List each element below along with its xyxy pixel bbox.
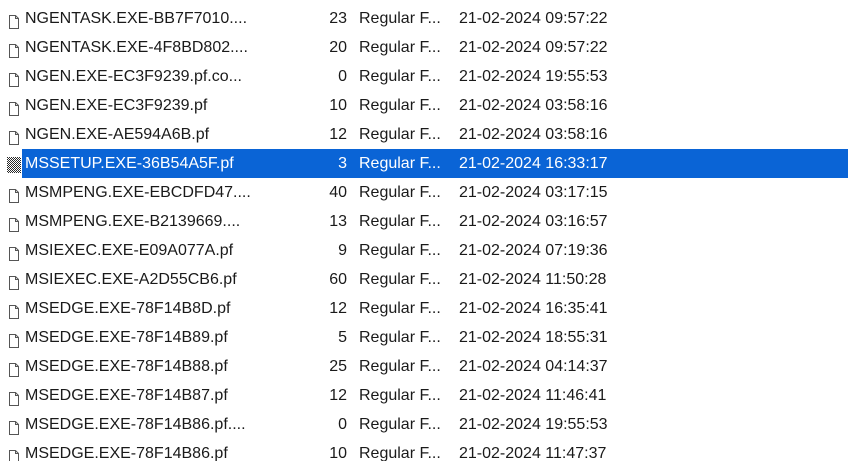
file-name: MSEDGE.EXE-78F14B89.pf [25, 329, 228, 346]
table-row[interactable]: NGENTASK.EXE-BB7F7010.... 23 Regular F... 2… [0, 4, 848, 33]
table-row[interactable]: MSEDGE.EXE-78F14B8D.pf 12 Regular F... 21-0… [0, 294, 848, 323]
file-type: Regular F... [359, 242, 441, 259]
file-size: 10 [329, 445, 347, 461]
file-name: MSIEXEC.EXE-E09A077A.pf [25, 242, 234, 259]
file-modified-date: 21-02-2024 09:57:22 [459, 10, 608, 27]
file-name: NGEN.EXE-EC3F9239.pf.co... [25, 68, 242, 85]
file-name: MSSETUP.EXE-36B54A5F.pf [25, 155, 234, 172]
table-row[interactable]: MSEDGE.EXE-78F14B86.pf.... 0 Regular F... 2… [0, 410, 848, 439]
file-type: Regular F... [359, 329, 441, 346]
file-name: MSIEXEC.EXE-A2D55CB6.pf [25, 271, 237, 288]
file-type: Regular F... [359, 97, 441, 114]
table-row[interactable]: MSEDGE.EXE-78F14B88.pf 25 Regular F... 21-0… [0, 352, 848, 381]
file-size: 0 [338, 68, 347, 85]
table-row[interactable]: MSEDGE.EXE-78F14B86.pf 10 Regular F... 21-0… [0, 439, 848, 461]
table-row[interactable]: NGEN.EXE-AE594A6B.pf 12 Regular F... 21-02-… [0, 120, 848, 149]
table-row[interactable]: NGENTASK.EXE-4F8BD802.... 20 Regular F... 2… [0, 33, 848, 62]
file-icon [9, 68, 19, 87]
file-size: 13 [329, 213, 347, 230]
file-icon [9, 184, 19, 203]
file-modified-date: 21-02-2024 03:17:15 [459, 184, 608, 201]
file-name: MSEDGE.EXE-78F14B86.pf.... [25, 416, 246, 433]
file-size: 12 [329, 126, 347, 143]
file-name: MSEDGE.EXE-78F14B88.pf [25, 358, 228, 375]
file-type: Regular F... [359, 300, 441, 317]
table-row[interactable]: NGEN.EXE-EC3F9239.pf 10 Regular F... 21-02-… [0, 91, 848, 120]
file-modified-date: 21-02-2024 16:35:41 [459, 300, 608, 317]
file-type: Regular F... [359, 416, 441, 433]
file-icon [9, 126, 19, 145]
file-modified-date: 21-02-2024 07:19:36 [459, 242, 608, 259]
file-icon-selected [7, 154, 21, 173]
file-size: 5 [338, 329, 347, 346]
file-icon [9, 10, 19, 29]
file-icon [9, 358, 19, 377]
file-modified-date: 21-02-2024 03:58:16 [459, 126, 608, 143]
file-icon [9, 97, 19, 116]
file-modified-date: 21-02-2024 09:57:22 [459, 39, 608, 56]
file-type: Regular F... [359, 445, 441, 461]
file-icon [9, 387, 19, 406]
table-row[interactable]: MSEDGE.EXE-78F14B87.pf 12 Regular F... 21-0… [0, 381, 848, 410]
file-modified-date: 21-02-2024 18:55:31 [459, 329, 608, 346]
file-modified-date: 21-02-2024 19:55:53 [459, 68, 608, 85]
file-modified-date: 21-02-2024 16:33:17 [459, 155, 608, 172]
file-size: 40 [329, 184, 347, 201]
file-type: Regular F... [359, 126, 441, 143]
file-icon [9, 445, 19, 461]
file-modified-date: 21-02-2024 11:46:41 [459, 387, 607, 404]
file-size: 0 [338, 416, 347, 433]
file-name: MSEDGE.EXE-78F14B86.pf [25, 445, 228, 461]
file-modified-date: 21-02-2024 19:55:53 [459, 416, 608, 433]
file-name: NGEN.EXE-EC3F9239.pf [25, 97, 208, 114]
file-size: 12 [329, 300, 347, 317]
file-type: Regular F... [359, 358, 441, 375]
table-row[interactable]: MSEDGE.EXE-78F14B89.pf 5 Regular F... 21-02… [0, 323, 848, 352]
file-type: Regular F... [359, 213, 441, 230]
file-size: 25 [329, 358, 347, 375]
file-modified-date: 21-02-2024 03:16:57 [459, 213, 608, 230]
file-size: 20 [329, 39, 347, 56]
file-icon [9, 300, 19, 319]
table-row[interactable]: MSIEXEC.EXE-E09A077A.pf 9 Regular F... 21-0… [0, 236, 848, 265]
file-icon [9, 242, 19, 261]
file-size: 12 [329, 387, 347, 404]
file-type: Regular F... [359, 184, 441, 201]
file-name: MSEDGE.EXE-78F14B87.pf [25, 387, 228, 404]
file-icon [9, 329, 19, 348]
table-row-selected[interactable]: MSSETUP.EXE-36B54A5F.pf 3 Regular F... 21-0… [0, 149, 848, 178]
file-name: MSEDGE.EXE-78F14B8D.pf [25, 300, 231, 317]
file-size: 23 [329, 10, 347, 27]
file-name: NGENTASK.EXE-BB7F7010.... [25, 10, 248, 27]
file-type: Regular F... [359, 387, 441, 404]
file-list: NGENTASK.EXE-BB7F7010.... 23 Regular F... 2… [0, 0, 848, 461]
file-name: NGENTASK.EXE-4F8BD802.... [25, 39, 248, 56]
file-modified-date: 21-02-2024 11:50:28 [459, 271, 607, 288]
file-type: Regular F... [359, 39, 441, 56]
file-size: 3 [338, 155, 347, 172]
file-name: MSMPENG.EXE-B2139669.... [25, 213, 241, 230]
file-modified-date: 21-02-2024 03:58:16 [459, 97, 608, 114]
file-size: 60 [329, 271, 347, 288]
file-icon [9, 416, 19, 435]
table-row[interactable]: MSMPENG.EXE-EBCDFD47.... 40 Regular F... 21… [0, 178, 848, 207]
file-type: Regular F... [359, 10, 441, 27]
file-icon [9, 39, 19, 58]
table-row[interactable]: MSMPENG.EXE-B2139669.... 13 Regular F... 21… [0, 207, 848, 236]
table-row[interactable]: MSIEXEC.EXE-A2D55CB6.pf 60 Regular F... 21-… [0, 265, 848, 294]
file-icon [9, 271, 19, 290]
file-name: MSMPENG.EXE-EBCDFD47.... [25, 184, 251, 201]
table-row[interactable]: NGEN.EXE-EC3F9239.pf.co... 0 Regular F... 2… [0, 62, 848, 91]
file-type: Regular F... [359, 271, 441, 288]
file-size: 10 [329, 97, 347, 114]
file-size: 9 [338, 242, 347, 259]
file-modified-date: 21-02-2024 11:47:37 [459, 445, 607, 461]
file-type: Regular F... [359, 155, 441, 172]
file-rows: NGENTASK.EXE-BB7F7010.... 23 Regular F... 2… [0, 4, 848, 461]
file-modified-date: 21-02-2024 04:14:37 [459, 358, 608, 375]
file-icon [9, 213, 19, 232]
file-type: Regular F... [359, 68, 441, 85]
file-name: NGEN.EXE-AE594A6B.pf [25, 126, 210, 143]
